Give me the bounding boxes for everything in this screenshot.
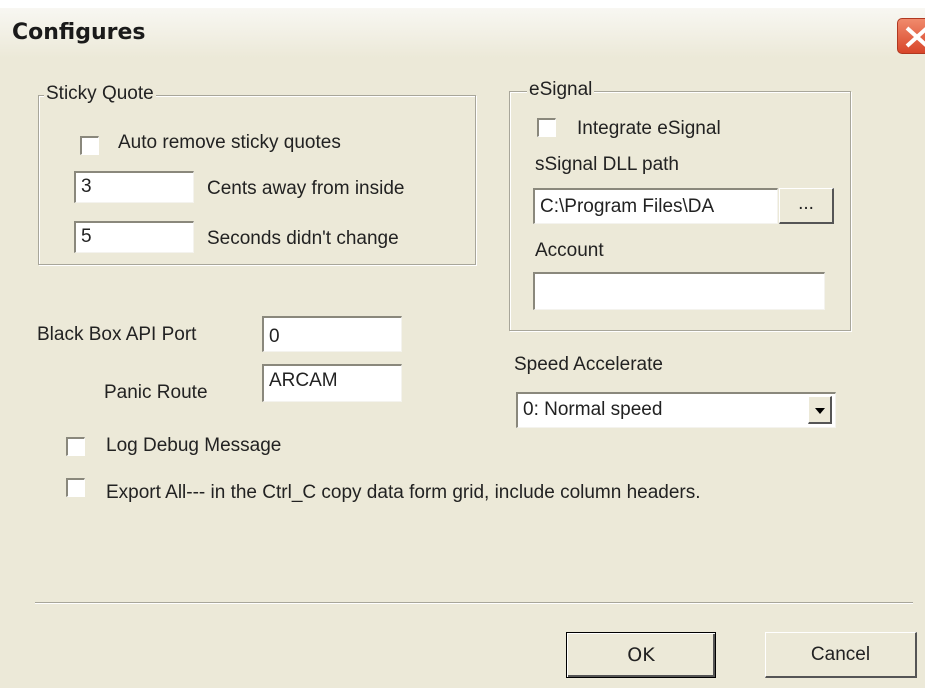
speed-accelerate-select[interactable]: 0: Normal speed <box>516 392 836 428</box>
esignal-legend: eSignal <box>527 79 595 101</box>
cancel-button-label: Cancel <box>810 644 871 665</box>
cents-input[interactable]: 3 <box>74 171 194 203</box>
panic-route-label: Panic Route <box>104 382 208 403</box>
chevron-down-icon <box>815 408 825 414</box>
export-all-label: Export All--- in the Ctrl_C copy data fo… <box>106 482 701 503</box>
auto-remove-label: Auto remove sticky quotes <box>118 132 341 153</box>
speed-accelerate-value: 0: Normal speed <box>523 399 663 420</box>
dll-path-label: sSignal DLL path <box>535 154 680 175</box>
account-input[interactable] <box>533 272 825 310</box>
dll-path-input[interactable]: C:\Program Files\DA <box>533 188 778 224</box>
account-label: Account <box>535 240 604 261</box>
api-port-label: Black Box API Port <box>37 324 197 345</box>
auto-remove-checkbox[interactable] <box>80 136 99 155</box>
seconds-input[interactable]: 5 <box>74 221 194 253</box>
title-bar: Configures <box>0 8 925 58</box>
panic-route-input[interactable]: ARCAM <box>262 364 402 402</box>
dialog-title: Configures <box>12 20 146 45</box>
close-icon <box>905 26 925 48</box>
sticky-quote-legend: Sticky Quote <box>44 83 156 105</box>
integrate-esignal-label: Integrate eSignal <box>577 118 721 139</box>
integrate-esignal-checkbox[interactable] <box>537 118 556 137</box>
separator <box>35 602 913 604</box>
seconds-label: Seconds didn't change <box>207 228 399 249</box>
browse-button[interactable]: ... <box>779 188 834 224</box>
api-port-input[interactable]: 0 <box>262 316 402 352</box>
ok-button[interactable]: OK <box>566 632 716 678</box>
cents-label: Cents away from inside <box>207 178 405 199</box>
speed-accelerate-label: Speed Accelerate <box>514 354 663 375</box>
close-button[interactable] <box>897 18 925 54</box>
log-debug-checkbox[interactable] <box>66 437 85 456</box>
cancel-button[interactable]: Cancel <box>765 632 917 678</box>
ok-button-label: OK <box>627 644 655 666</box>
dropdown-button[interactable] <box>808 396 832 424</box>
log-debug-label: Log Debug Message <box>106 435 282 456</box>
export-all-checkbox[interactable] <box>66 478 85 497</box>
configures-dialog: Configures Sticky Quote Auto remove stic… <box>0 8 925 688</box>
